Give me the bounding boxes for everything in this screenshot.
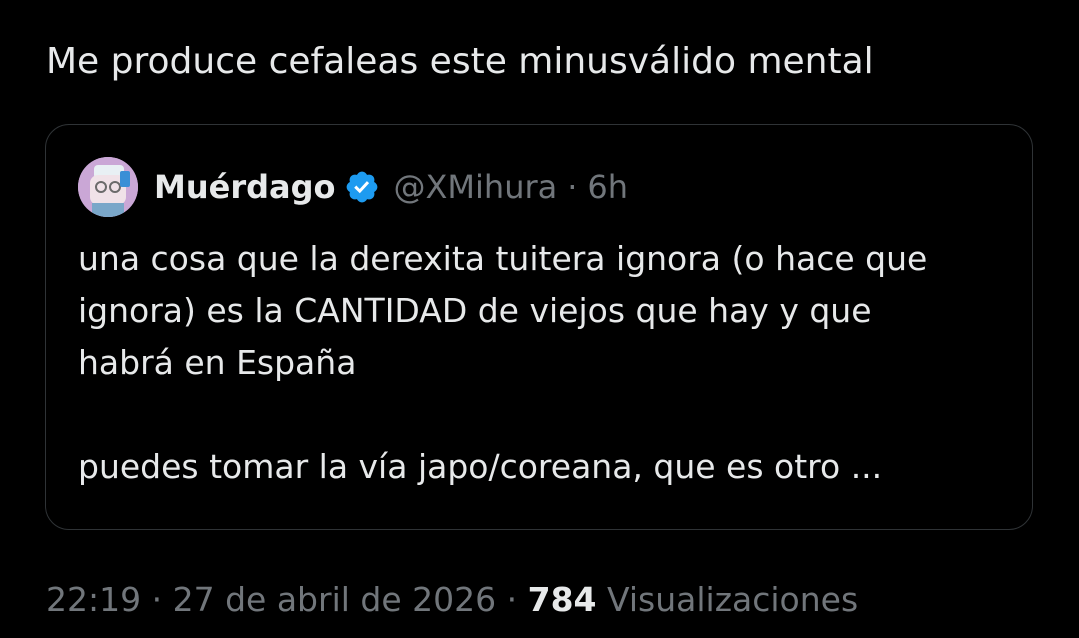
views-count[interactable]: 784 — [528, 580, 597, 619]
quoted-text-line: habrá en España — [78, 343, 357, 382]
meta-separator: · — [506, 580, 518, 619]
quoted-post-text: una cosa que la derexita tuitera ignora … — [78, 233, 998, 493]
quoted-text-line: ignora) es la CANTIDAD de viejos que hay… — [78, 291, 872, 330]
post-age[interactable]: 6h — [587, 168, 628, 206]
post-metadata: 22:19 · 27 de abril de 2026 · 784 Visual… — [46, 578, 858, 622]
quoted-post-header: Muérdago @XMihura · 6h — [78, 157, 628, 217]
author-handle[interactable]: @XMihura — [394, 168, 558, 206]
quoted-post-card[interactable]: Muérdago @XMihura · 6h una cosa que la d… — [45, 124, 1033, 530]
avatar[interactable] — [78, 157, 138, 217]
meta-separator: · — [151, 580, 163, 619]
quoted-text-line: puedes tomar la vía japo/coreana, que es… — [78, 447, 883, 486]
verified-badge-icon — [346, 171, 377, 203]
views-label[interactable]: Visualizaciones — [607, 580, 858, 619]
post-date[interactable]: 27 de abril de 2026 — [173, 580, 497, 619]
post-text: Me produce cefaleas este minusválido men… — [46, 41, 874, 82]
author-name[interactable]: Muérdago — [154, 168, 336, 206]
header-separator: · — [567, 168, 578, 206]
avatar-illustration-icon — [78, 157, 138, 217]
post-time[interactable]: 22:19 — [46, 580, 141, 619]
quoted-text-line: una cosa que la derexita tuitera ignora … — [78, 239, 928, 278]
